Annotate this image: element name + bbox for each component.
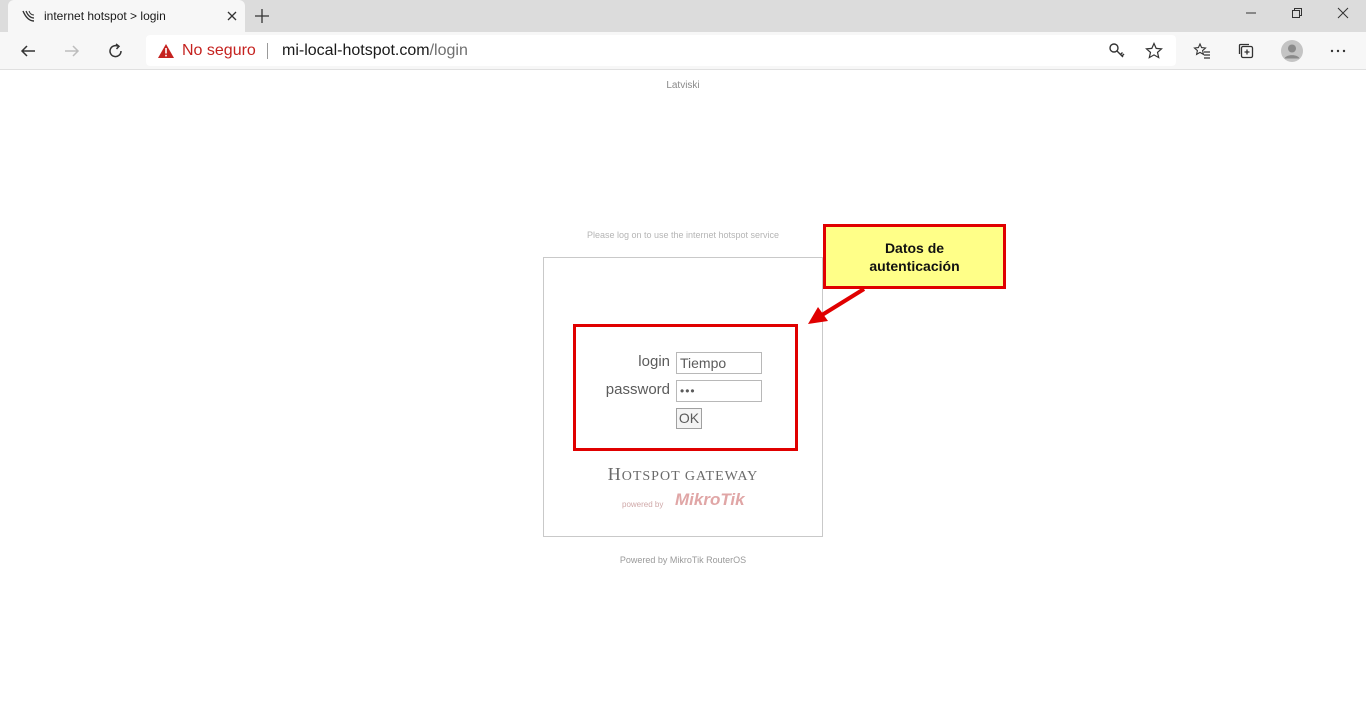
security-status[interactable]: No seguro [182, 42, 256, 60]
credentials-highlight-box [573, 324, 798, 451]
star-icon[interactable] [1145, 42, 1163, 60]
back-button[interactable] [16, 39, 40, 63]
url-host: mi-local-hotspot.com [282, 42, 430, 59]
favorites-icon [1193, 42, 1210, 59]
key-icon[interactable] [1108, 42, 1126, 60]
profile-button[interactable] [1280, 39, 1304, 63]
hotspot-favicon-icon [22, 10, 35, 22]
close-icon [1337, 7, 1349, 19]
minimize-button[interactable] [1228, 0, 1274, 26]
new-tab-icon[interactable] [253, 7, 271, 25]
restore-button[interactable] [1274, 0, 1320, 26]
hotspot-gateway-title: HOTSPOT GATEWAY [543, 464, 823, 485]
annotation-callout: Datos de autenticación [823, 224, 1006, 289]
profile-icon [1281, 40, 1303, 62]
tab-strip: internet hotspot > login [0, 0, 1366, 32]
url-text[interactable]: mi-local-hotspot.com/login [282, 42, 468, 60]
url-path: /login [429, 42, 468, 59]
close-tab-icon[interactable] [224, 8, 240, 24]
minimize-icon [1246, 12, 1256, 14]
language-link[interactable]: Latviski [0, 80, 1366, 91]
browser-tab[interactable]: internet hotspot > login [8, 0, 245, 32]
annotation-arrow-icon [808, 287, 866, 324]
more-button[interactable] [1326, 39, 1350, 63]
favorites-button[interactable] [1190, 39, 1214, 63]
refresh-icon [109, 43, 122, 58]
restore-icon [1292, 8, 1302, 18]
callout-text: Datos de autenticación [869, 239, 960, 274]
close-window-button[interactable] [1320, 0, 1366, 26]
mikrotik-logo: MikroTik [675, 490, 745, 509]
browser-toolbar: No seguro mi-local-hotspot.com/login [0, 32, 1366, 70]
back-icon [20, 45, 35, 57]
powered-by-small: powered by [622, 500, 664, 509]
gateway-title-rest: OTSPOT GATEWAY [621, 469, 759, 484]
intro-text: Please log on to use the internet hotspo… [586, 230, 780, 240]
footer-text: Powered by MikroTik RouterOS [619, 555, 747, 565]
tab-title: internet hotspot > login [44, 9, 166, 23]
forward-button[interactable] [60, 39, 84, 63]
address-bar[interactable]: No seguro mi-local-hotspot.com/login [146, 35, 1176, 66]
more-icon [1330, 49, 1346, 53]
forward-icon [65, 45, 80, 57]
warning-icon[interactable] [158, 44, 174, 58]
collections-button[interactable] [1234, 39, 1258, 63]
collections-icon [1238, 43, 1254, 59]
gateway-title-initial: H [607, 464, 622, 484]
refresh-button[interactable] [104, 39, 128, 63]
omnibox-divider [267, 43, 268, 59]
